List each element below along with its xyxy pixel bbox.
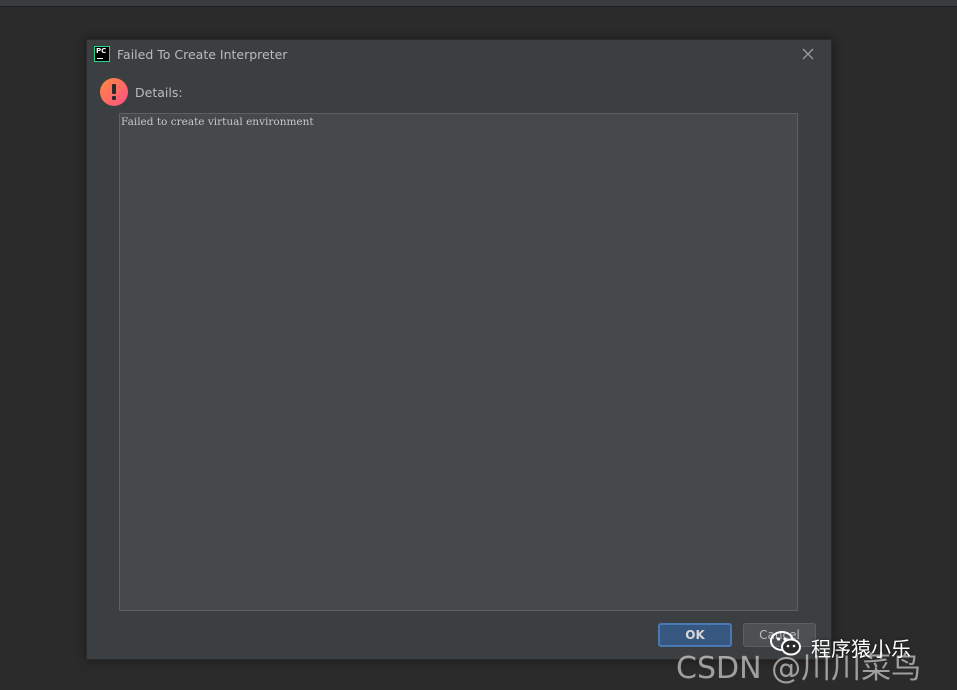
pycharm-icon: PC — [94, 46, 110, 62]
details-label: Details: — [135, 85, 183, 100]
ok-button[interactable]: OK — [658, 623, 732, 647]
window-top-strip — [0, 0, 957, 7]
dialog-title: Failed To Create Interpreter — [117, 47, 288, 62]
app-icon-text: PC — [96, 47, 107, 55]
cancel-button[interactable]: Cancel — [743, 623, 816, 647]
close-icon — [802, 48, 814, 60]
close-button[interactable] — [799, 45, 817, 63]
failed-to-create-interpreter-dialog: PC Failed To Create Interpreter Details:… — [86, 39, 832, 660]
error-icon — [100, 78, 128, 106]
dialog-title-bar[interactable]: PC Failed To Create Interpreter — [87, 40, 831, 70]
details-text-area[interactable]: Failed to create virtual environment — [119, 113, 798, 611]
